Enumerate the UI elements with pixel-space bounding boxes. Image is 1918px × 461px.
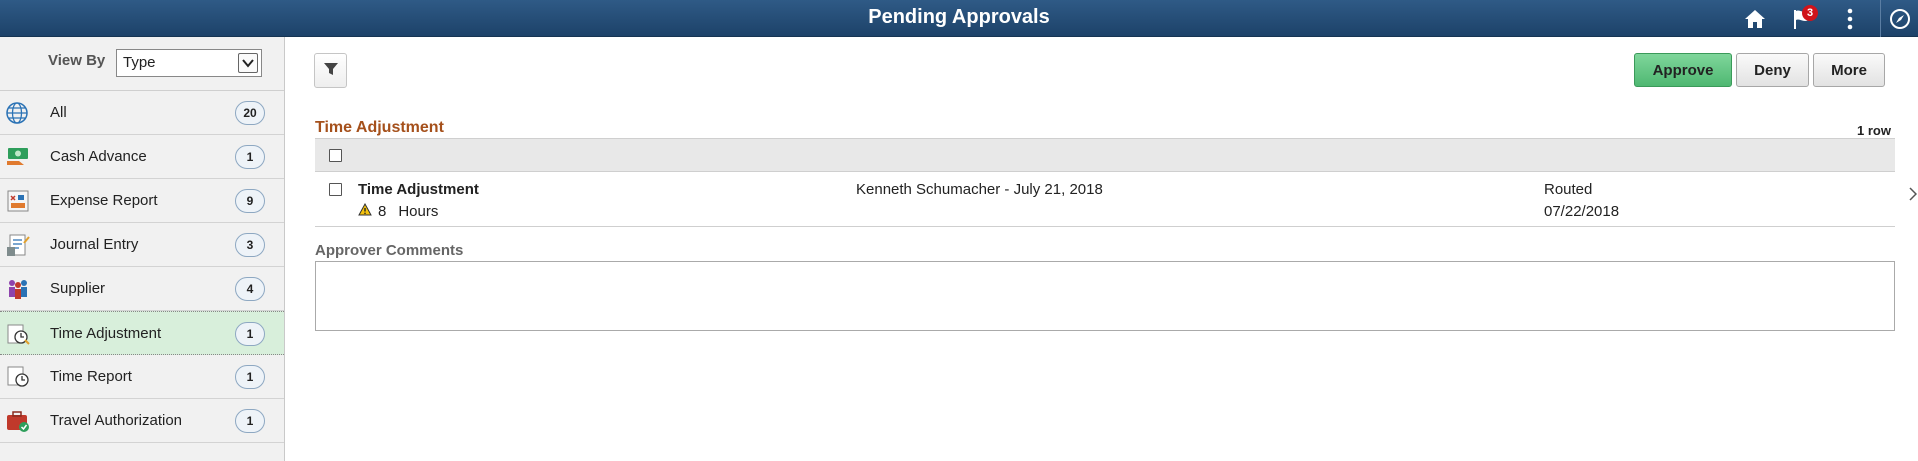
sidebar-item-label: Expense Report <box>50 192 158 209</box>
sidebar-item-label: Journal Entry <box>50 236 139 253</box>
time-adjustment-icon <box>5 322 31 346</box>
travel-authorization-icon <box>5 409 31 433</box>
row-count: 1 row <box>1857 123 1891 138</box>
sidebar-item-travel-authorization[interactable]: Travel Authorization 1 <box>0 399 284 443</box>
actions-menu-icon[interactable] <box>1840 0 1860 37</box>
view-by-label: View By <box>48 52 106 69</box>
approver-comments-label: Approver Comments <box>315 242 464 259</box>
chevron-right-icon[interactable] <box>1909 187 1918 205</box>
main-content: Approve Deny More Time Adjustment 1 row … <box>286 37 1918 461</box>
filter-icon <box>323 62 339 80</box>
table-row[interactable]: Time Adjustment 8 Hours Kenneth Schumach… <box>315 172 1918 227</box>
filter-button[interactable] <box>314 53 347 88</box>
approve-button[interactable]: Approve <box>1634 53 1732 87</box>
count-badge: 4 <box>235 277 265 301</box>
notification-badge: 3 <box>1802 5 1818 21</box>
notifications-flag-icon[interactable]: 3 <box>1785 0 1819 37</box>
row-checkbox[interactable] <box>329 183 342 196</box>
select-all-checkbox[interactable] <box>329 149 342 162</box>
chevron-down-icon <box>238 53 258 73</box>
row-quantity: 8 Hours <box>358 202 439 220</box>
sidebar-item-label: Cash Advance <box>50 148 147 165</box>
approver-comments-field[interactable] <box>315 261 1895 331</box>
quantity-unit: Hours <box>398 203 439 220</box>
sidebar-item-label: Supplier <box>50 280 106 297</box>
sidebar-item-label: Time Report <box>50 368 132 385</box>
count-badge: 20 <box>235 101 265 125</box>
warning-icon <box>358 202 372 220</box>
sidebar-item-expense-report[interactable]: Expense Report 9 <box>0 179 284 223</box>
count-badge: 9 <box>235 189 265 213</box>
count-badge: 1 <box>235 145 265 169</box>
navbar-compass-icon[interactable] <box>1880 0 1918 37</box>
view-by-select[interactable]: Type <box>116 49 262 77</box>
quantity-value: 8 <box>378 203 387 220</box>
sidebar: View By Type All 20 Cash Advance 1 Expen… <box>0 37 285 461</box>
row-status: Routed <box>1544 181 1593 198</box>
count-badge: 1 <box>235 365 265 389</box>
more-button[interactable]: More <box>1813 53 1885 87</box>
app-header: Pending Approvals 3 <box>0 0 1918 37</box>
count-badge: 1 <box>235 409 265 433</box>
view-by-value: Type <box>123 54 156 71</box>
sidebar-item-time-adjustment[interactable]: Time Adjustment 1 <box>0 311 284 355</box>
section-title: Time Adjustment <box>315 119 444 136</box>
sidebar-item-journal-entry[interactable]: Journal Entry 3 <box>0 223 284 267</box>
sidebar-item-label: Travel Authorization <box>50 412 183 429</box>
row-date: 07/22/2018 <box>1544 203 1620 220</box>
count-badge: 3 <box>235 233 265 257</box>
view-by-bar: View By Type <box>0 37 284 91</box>
grid-header <box>315 138 1895 172</box>
deny-button[interactable]: Deny <box>1736 53 1809 87</box>
sidebar-item-all[interactable]: All 20 <box>0 91 284 135</box>
sidebar-item-supplier[interactable]: Supplier 4 <box>0 267 284 311</box>
row-requester-date: Kenneth Schumacher - July 21, 2018 <box>856 181 1103 198</box>
expense-report-icon <box>5 189 31 213</box>
supplier-icon <box>5 277 31 301</box>
sidebar-item-time-report[interactable]: Time Report 1 <box>0 355 284 399</box>
time-report-icon <box>5 365 31 389</box>
cash-advance-icon <box>5 145 31 169</box>
sidebar-item-label: All <box>50 104 67 121</box>
sidebar-item-cash-advance[interactable]: Cash Advance 1 <box>0 135 284 179</box>
globe-icon <box>5 101 31 125</box>
count-badge: 1 <box>235 322 265 346</box>
home-icon[interactable] <box>1740 0 1770 37</box>
journal-entry-icon <box>5 233 31 257</box>
row-title: Time Adjustment <box>358 181 479 198</box>
sidebar-item-label: Time Adjustment <box>50 325 162 342</box>
page-title: Pending Approvals <box>868 6 1050 28</box>
